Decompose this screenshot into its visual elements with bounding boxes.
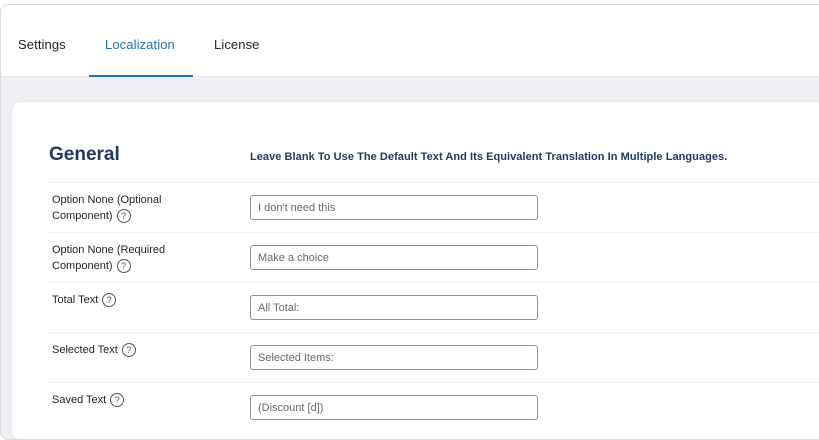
field-row-selected-text: Selected Text? [49, 332, 819, 382]
question-circle-icon[interactable]: ? [121, 343, 136, 358]
field-label-line: Option None (Required [52, 244, 166, 256]
localization-card: General Leave Blank To Use The Default T… [11, 101, 819, 439]
field-label: Option None (Optional Component)? [52, 192, 212, 224]
settings-panel: Settings Localization License General Le… [0, 4, 819, 440]
option-none-required-input[interactable] [250, 245, 538, 270]
question-circle-icon[interactable]: ? [102, 293, 117, 308]
question-circle-icon[interactable]: ? [116, 209, 131, 224]
option-none-optional-input[interactable] [250, 195, 538, 220]
tab-localization[interactable]: Localization [105, 37, 175, 52]
field-label: Selected Text? [52, 342, 212, 358]
question-circle-icon[interactable]: ? [116, 259, 131, 274]
selected-text-input[interactable] [250, 345, 538, 370]
field-row-saved-text: Saved Text? [49, 382, 819, 432]
section-hint: Leave Blank To Use The Default Text And … [250, 151, 728, 163]
tab-settings[interactable]: Settings [18, 37, 66, 52]
tab-license[interactable]: License [214, 37, 260, 52]
field-label-line: Option None (Optional [52, 194, 162, 206]
field-label-line: Component) [52, 260, 113, 272]
field-label-line: Component) [52, 210, 113, 222]
section-title: General [49, 144, 120, 165]
field-row-option-none-optional: Option None (Optional Component)? [49, 182, 819, 232]
tab-bar: Settings Localization License [1, 5, 819, 77]
total-text-input[interactable] [250, 295, 538, 320]
field-row-total-text: Total Text? [49, 282, 819, 332]
field-label-line: Total Text [52, 294, 99, 306]
field-label: Saved Text? [52, 392, 212, 408]
field-label-line: Saved Text [52, 394, 107, 406]
question-circle-icon[interactable]: ? [110, 393, 125, 408]
saved-text-input[interactable] [250, 395, 538, 420]
field-label: Total Text? [52, 292, 212, 308]
field-label: Option None (Required Component)? [52, 242, 212, 274]
active-tab-indicator [89, 75, 193, 77]
field-label-line: Selected Text [52, 344, 118, 356]
field-row-option-none-required: Option None (Required Component)? [49, 232, 819, 282]
